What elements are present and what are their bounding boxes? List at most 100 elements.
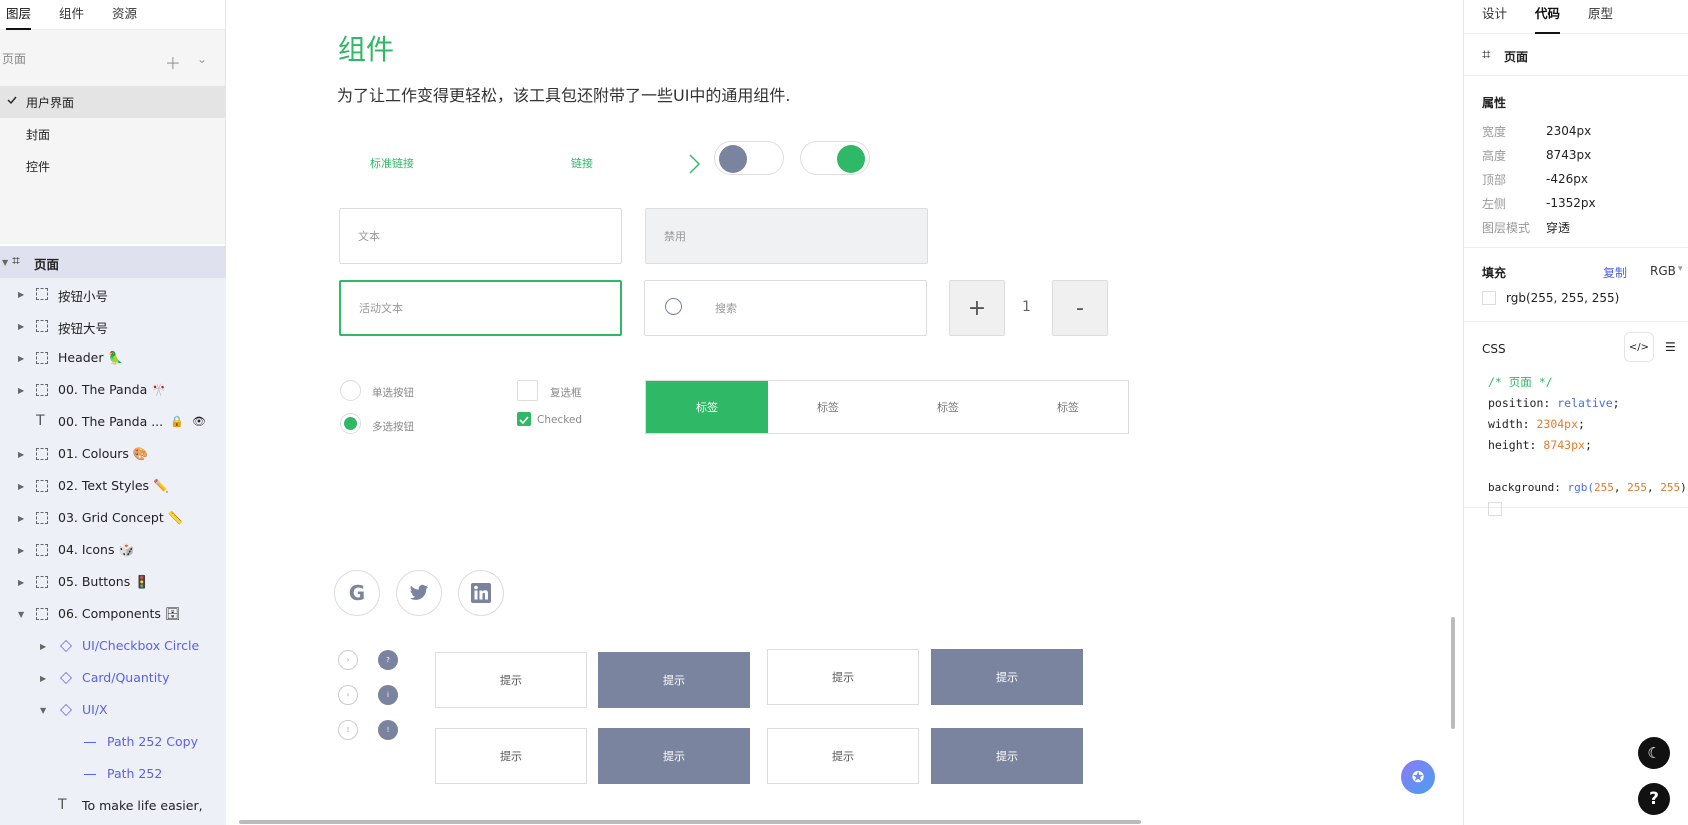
layer-root-page[interactable]: ▼ ⌗ 页面 [0,246,226,278]
help-icon[interactable]: ? [1638,783,1670,815]
toggle-off[interactable] [714,141,784,175]
tab-components[interactable]: 组件 [59,0,84,30]
layer-name: 按钮小号 [58,289,109,304]
layer-row[interactable]: ▶ 03. Grid Concept 📏 [0,502,226,534]
chevron-down-icon[interactable]: ⌄ [197,52,207,74]
stepper-plus-button[interactable]: + [949,280,1005,336]
layer-row[interactable]: ▶ 05. Buttons 🚦 [0,566,226,598]
active-input-value: 活动文本 [359,302,403,315]
layer-row[interactable]: ▶ 04. Icons 🎲 [0,534,226,566]
layer-row[interactable]: ▶ 01. Colours 🎨 [0,438,226,470]
caret-right-icon[interactable]: ▶ [18,354,24,363]
segment-tab-4[interactable]: 标签 [1008,381,1128,433]
active-input[interactable]: 活动文本 [339,280,622,336]
layer-row[interactable]: ▼ UI/X [0,694,226,726]
caret-right-icon[interactable]: ▶ [40,674,46,683]
checkbox-checked[interactable] [517,412,531,426]
caret-right-icon[interactable]: ▶ [18,546,24,555]
layer-row[interactable]: T To make life easier, [0,790,226,822]
caret-right-icon[interactable]: ▶ [18,482,24,491]
list-view-icon[interactable]: ☰ [1665,340,1676,354]
caret-right-icon[interactable]: ▶ [40,642,46,651]
mini-alert-icon[interactable]: ! [338,720,358,740]
link[interactable]: 链接 [571,155,593,171]
page-item-cover[interactable]: 封面 [0,118,225,150]
standard-link[interactable]: 标准链接 [370,155,414,171]
radio-label: 单选按钮 [372,387,414,399]
tab-design[interactable]: 设计 [1482,0,1507,34]
layer-row[interactable]: ▶ 按钮大号 [0,310,226,342]
page-list: 用户界面 封面 控件 [0,86,225,244]
checkbox-unchecked[interactable] [517,380,538,401]
frame-layer-icon [36,576,48,588]
mini-question-icon[interactable]: ? [378,650,398,670]
layer-row[interactable]: ▶ Card/Quantity [0,662,226,694]
layer-row[interactable]: ▶ 00. The Panda 🎌 [0,374,226,406]
caret-down-icon[interactable]: ▼ [40,706,46,715]
segmented-tabs: 标签 标签 标签 标签 [645,380,1129,434]
mini-info-icon[interactable]: i [378,685,398,705]
caret-right-icon[interactable]: ▶ [18,322,24,331]
inspector-tabs: 设计 代码 原型 [1464,0,1688,34]
layer-name: UI/X [82,702,108,717]
caret-right-icon[interactable]: ▶ [18,514,24,523]
caret-right-icon[interactable]: ▶ [18,578,24,587]
copy-button[interactable]: 复制 [1603,264,1627,281]
layer-row[interactable]: ▶ 按钮小号 [0,278,226,310]
page-item-controls[interactable]: 控件 [0,150,225,182]
caret-down-icon[interactable]: ▼ [2,258,8,267]
page-item-ui[interactable]: 用户界面 [0,86,225,118]
layer-row[interactable]: Path 252 Copy [0,726,226,758]
text-input[interactable]: 文本 [339,208,622,264]
google-icon[interactable]: G [334,570,380,616]
tooltip-dark-bottom: 提示 [931,649,1083,705]
layer-name: To make life easier, [82,798,203,813]
assistant-star-icon[interactable]: ✪ [1401,760,1435,794]
dark-mode-icon[interactable]: ☾ [1638,737,1670,769]
code-key: position: [1488,396,1551,410]
caret-right-icon[interactable]: ▶ [18,290,24,299]
color-swatch[interactable] [1482,291,1496,305]
layer-name: Card/Quantity [82,670,170,685]
radio-unchecked[interactable] [340,380,361,401]
code-value: relative [1557,396,1613,410]
page-item-label: 封面 [26,127,51,142]
search-input[interactable]: 搜索 [644,280,927,336]
segment-tab-2[interactable]: 标签 [768,381,888,433]
radio-checked[interactable] [340,413,361,434]
property-value: 8743px [1546,148,1592,162]
toggle-on[interactable] [800,141,870,175]
tab-prototype[interactable]: 原型 [1588,0,1613,34]
caret-right-icon[interactable]: ▶ [18,450,24,459]
mini-arrow-left-icon[interactable]: ‹ [338,685,358,705]
color-mode-select[interactable]: RGB [1650,264,1676,278]
segment-tab-3[interactable]: 标签 [888,381,1008,433]
add-page-icon[interactable]: ＋ [165,50,181,74]
segment-tab-1[interactable]: 标签 [646,381,768,433]
tab-code[interactable]: 代码 [1535,0,1561,34]
layer-row[interactable]: ▶ 02. Text Styles ✏️ [0,470,226,502]
tooltip-light-top: 提示 [435,652,587,708]
horizontal-scrollbar[interactable] [239,820,1141,824]
caret-down-icon[interactable]: ▾ [1678,264,1683,274]
layer-row[interactable]: Path 252 [0,758,226,790]
mini-warning-icon[interactable]: ! [378,720,398,740]
mini-arrow-right-icon[interactable]: › [338,650,358,670]
tab-assets[interactable]: 资源 [112,0,137,30]
code-view-icon[interactable]: </> [1624,332,1654,362]
linkedin-icon[interactable] [458,570,504,616]
vertical-scrollbar[interactable] [1451,617,1455,729]
stepper-minus-button[interactable]: - [1052,280,1108,336]
lock-icon[interactable]: 🔒 [170,415,184,428]
chevron-right-icon[interactable] [687,153,703,175]
caret-down-icon[interactable]: ▼ [18,610,24,619]
layer-row[interactable]: ▶ UI/Checkbox Circle [0,630,226,662]
layer-row[interactable]: ▶ Header 🦜 [0,342,226,374]
layer-row[interactable]: T 00. The Panda ... 🔒 👁 [0,406,226,438]
tab-layers[interactable]: 图层 [6,0,32,30]
design-canvas[interactable]: 组件 为了让工作变得更轻松，该工具包还附带了一些UI中的通用组件. 标准链接 链… [227,0,1463,825]
layer-row[interactable]: ▼ 06. Components 🗄 [0,598,226,630]
twitter-icon[interactable] [396,570,442,616]
caret-right-icon[interactable]: ▶ [18,386,24,395]
eye-icon[interactable]: 👁 [192,415,206,428]
